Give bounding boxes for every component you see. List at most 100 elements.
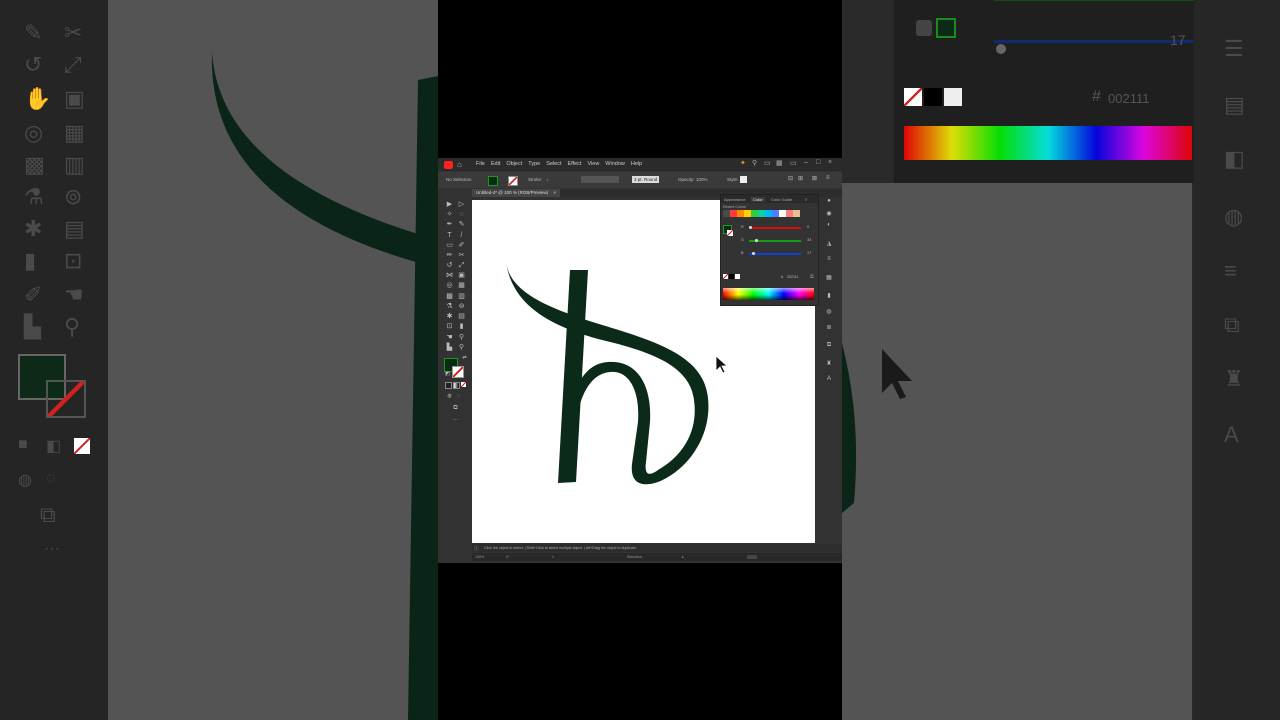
blend-tool-icon[interactable]: ⊚ <box>457 302 466 311</box>
color-spectrum[interactable] <box>723 288 814 300</box>
align-icon[interactable]: ⊟ <box>788 175 793 182</box>
g-slider[interactable] <box>749 239 801 242</box>
recent-swatch[interactable] <box>730 210 737 217</box>
rectangle-tool-icon[interactable]: ▭ <box>445 241 454 250</box>
menu-help[interactable]: Help <box>631 161 642 167</box>
minimize-icon[interactable]: – <box>804 159 808 166</box>
none-mode-button[interactable] <box>461 382 466 387</box>
tab-color[interactable]: Color <box>751 197 765 202</box>
direct-selection-tool-icon[interactable]: ▷ <box>457 200 466 209</box>
curvature-tool-icon[interactable]: ✎ <box>457 220 466 229</box>
workspace-switch-icon[interactable]: ▭ <box>790 159 797 167</box>
document-tab[interactable]: Untitled-4* @ 100 % (RGB/Preview) × <box>472 189 560 197</box>
stroke-swatch-large[interactable] <box>452 366 464 378</box>
control-menu-icon[interactable]: ≡ <box>826 175 830 181</box>
artboard-tool-icon[interactable]: ⊡ <box>445 322 454 331</box>
g-value[interactable]: 33 <box>807 238 811 242</box>
recent-swatch[interactable] <box>751 210 758 217</box>
eyedropper-tool-icon[interactable]: ⚗ <box>445 302 454 311</box>
recent-swatch[interactable] <box>737 210 744 217</box>
symbol-sprayer-tool-icon[interactable]: ✱ <box>445 312 454 321</box>
paintbrush-tool-icon[interactable]: ✐ <box>457 241 466 250</box>
document-tab-close-icon[interactable]: × <box>553 190 556 195</box>
fill-color-swatch[interactable] <box>488 176 498 186</box>
maximize-icon[interactable]: □ <box>816 159 820 166</box>
color-mode-button[interactable] <box>445 382 452 389</box>
share-icon[interactable]: ✦ <box>740 159 746 167</box>
status-arrow-icon[interactable]: ▸ <box>682 555 684 559</box>
mesh-tool-icon[interactable]: ▩ <box>445 292 454 301</box>
menu-edit[interactable]: Edit <box>491 161 500 167</box>
b-value[interactable]: 17 <box>807 251 811 255</box>
zoom-tool-icon[interactable]: ⚲ <box>457 333 466 342</box>
search-icon[interactable]: ⚲ <box>752 159 757 167</box>
letter-swoosh[interactable] <box>506 262 709 485</box>
recent-swatch[interactable] <box>779 210 786 217</box>
swatches-icon[interactable]: ▦ <box>825 274 833 282</box>
print-tiling-tool-icon[interactable]: ▙ <box>445 343 454 352</box>
r-slider-knob[interactable] <box>749 226 752 229</box>
stroke-weight-stepper[interactable]: ↕ <box>546 177 548 182</box>
arrange-icon[interactable]: ▭ <box>764 159 771 167</box>
isolate-icon[interactable]: ⊠ <box>812 175 817 182</box>
selection-tool-icon[interactable]: ▶ <box>445 200 454 209</box>
recent-swatch[interactable] <box>758 210 765 217</box>
scale-tool-icon[interactable]: ⤢ <box>457 261 466 270</box>
menu-view[interactable]: View <box>587 161 599 167</box>
properties-icon[interactable]: ● <box>825 198 833 206</box>
tab-color-guide[interactable]: Color Guide <box>771 197 792 202</box>
transparency-panel-icon[interactable]: ◍ <box>825 308 833 316</box>
magic-wand-tool-icon[interactable]: ✧ <box>445 210 454 219</box>
black-color-chip[interactable] <box>729 274 734 279</box>
workspace-icon[interactable]: ▦ <box>776 159 783 167</box>
variable-width-profile[interactable] <box>581 176 619 183</box>
pen-tool-icon[interactable]: ✒ <box>445 220 454 229</box>
pencil-tool-icon[interactable]: ✏ <box>445 251 454 260</box>
close-icon[interactable]: × <box>828 159 832 166</box>
horizontal-scrollbar[interactable] <box>747 555 757 559</box>
layers-icon[interactable]: ◉ <box>825 210 833 218</box>
brushes-icon[interactable]: ◮ <box>825 240 833 248</box>
gradient-panel-icon[interactable]: ▮ <box>825 292 833 300</box>
default-colors-icon[interactable]: ◩ <box>443 370 452 379</box>
recent-swatch[interactable] <box>786 210 793 217</box>
draw-inside-icon[interactable]: ◌ <box>454 392 463 401</box>
column-graph-tool-icon[interactable]: ▤ <box>457 312 466 321</box>
white-color-chip[interactable] <box>735 274 740 279</box>
panel-stroke-swatch[interactable] <box>727 230 733 236</box>
graphic-style-swatch[interactable] <box>740 176 747 183</box>
lasso-tool-icon[interactable]: ◌ <box>457 210 466 219</box>
libraries-icon[interactable]: ◐ <box>825 222 833 230</box>
recent-swatch[interactable] <box>765 210 772 217</box>
hex-input[interactable]: 002111 <box>787 275 798 279</box>
slice-tool-icon[interactable]: ▮ <box>457 322 466 331</box>
g-slider-knob[interactable] <box>755 239 759 242</box>
b-slider[interactable] <box>749 252 801 255</box>
align-panel-icon[interactable]: ≣ <box>825 324 833 332</box>
menu-window[interactable]: Window <box>605 161 625 167</box>
opacity-input[interactable]: 100% <box>696 177 708 182</box>
zoom-level[interactable]: 100% <box>475 555 484 559</box>
tab-appearance[interactable]: Appearance <box>724 197 746 202</box>
free-transform-tool-icon[interactable]: ▣ <box>457 271 466 280</box>
rotate-tool-icon[interactable]: ↺ <box>445 261 454 270</box>
r-value[interactable]: 0 <box>807 225 809 229</box>
line-tool-icon[interactable]: / <box>457 231 466 240</box>
rotation-value[interactable]: 0° <box>506 555 509 559</box>
recent-swatch[interactable] <box>744 210 751 217</box>
change-screen-mode-icon[interactable]: ⧉ <box>451 404 460 413</box>
menu-type[interactable]: Type <box>528 161 540 167</box>
brush-definition[interactable]: 3 pt. Round <box>632 176 660 183</box>
gradient-tool-icon[interactable]: ▥ <box>457 292 466 301</box>
transform-icon[interactable]: ⊞ <box>798 175 803 182</box>
menu-object[interactable]: Object <box>506 161 522 167</box>
symbols-icon[interactable]: ≡ <box>825 256 833 264</box>
edit-toolbar-icon[interactable]: ··· <box>451 416 460 425</box>
gradient-mode-button[interactable] <box>453 382 460 389</box>
perspective-grid-tool-icon[interactable]: ▦ <box>457 281 466 290</box>
recent-swatch[interactable] <box>793 210 800 217</box>
shape-builder-tool-icon[interactable]: ◎ <box>445 281 454 290</box>
panel-menu-icon[interactable]: ≡ <box>805 197 807 202</box>
r-slider[interactable] <box>749 226 801 229</box>
artboard-number[interactable]: 1 <box>552 555 554 559</box>
